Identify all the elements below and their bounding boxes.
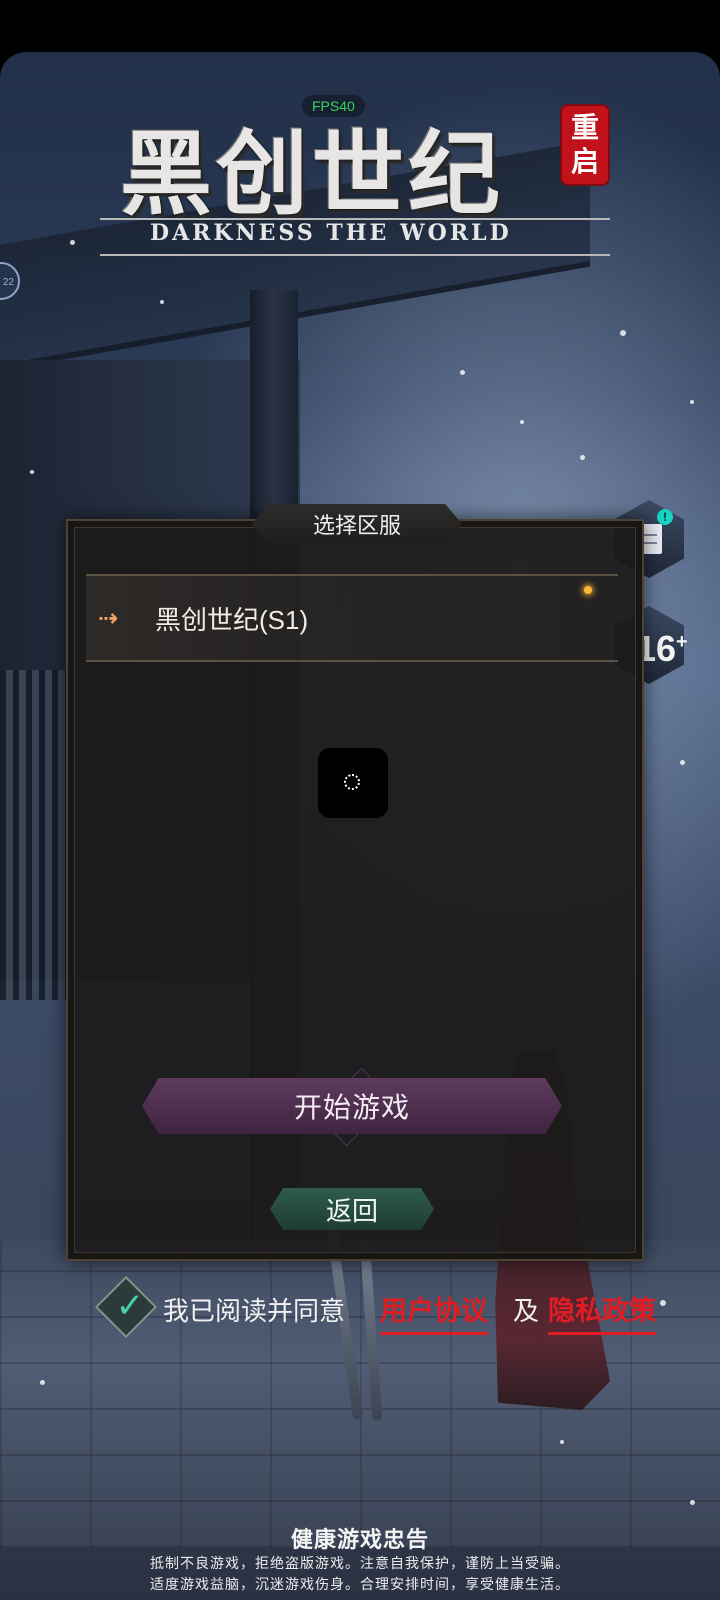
panel-title: 选择区服 — [252, 504, 462, 544]
snowflake — [40, 1380, 45, 1385]
age-rating-plus: + — [676, 631, 688, 653]
health-notice-line: 抵制不良游戏，拒绝盗版游戏。注意自我保护，谨防上当受骗。 — [150, 1555, 570, 1571]
background-ground — [0, 1240, 720, 1548]
snowflake — [690, 400, 694, 404]
snowflake — [690, 1500, 695, 1505]
game-logo: 黑创世纪 重 启 DARKNESS THE WORLD — [90, 100, 620, 310]
logo-tag-char: 重 — [570, 112, 599, 143]
snowflake — [680, 760, 685, 765]
privacy-policy-link[interactable]: 隐私政策 — [548, 1289, 656, 1335]
snowflake — [460, 370, 465, 375]
agreement-text: 我已阅读并同意 — [163, 1296, 346, 1326]
back-button[interactable]: 返回 — [270, 1188, 434, 1230]
snowflake — [620, 330, 626, 336]
notice-badge: ! — [657, 509, 673, 525]
checkmark-icon: ✓ — [115, 1287, 145, 1325]
agreement-and-text: 及 — [513, 1296, 540, 1326]
health-notice-title: 健康游戏忠告 — [290, 1527, 429, 1552]
logo-restart-tag: 重 启 — [562, 106, 608, 184]
loading-indicator — [318, 748, 388, 818]
snowflake — [30, 470, 34, 474]
status-bar — [0, 0, 720, 52]
loading-spinner-icon — [344, 774, 360, 790]
snowflake — [560, 1440, 564, 1444]
logo-tag-char: 启 — [570, 146, 599, 177]
selected-arrow-icon: ⇢ — [98, 605, 119, 632]
fps-counter: FPS40 — [302, 95, 365, 117]
server-status-dot — [584, 586, 592, 594]
user-agreement-link[interactable]: 用户协议 — [380, 1289, 488, 1335]
logo-title: 黑创世纪 — [120, 120, 505, 228]
background-gate — [0, 670, 70, 1000]
snowflake — [70, 240, 75, 245]
start-game-button[interactable]: 开始游戏 — [142, 1078, 562, 1134]
snowflake — [520, 420, 524, 424]
logo-subtitle: DARKNESS THE WORLD — [150, 220, 512, 246]
server-name: 黑创世纪(S1) — [155, 605, 309, 635]
snowflake — [660, 1300, 666, 1306]
health-notice-line: 适度游戏益脑，沉迷游戏伤身。合理安排时间，享受健康生活。 — [150, 1576, 570, 1592]
snowflake — [580, 455, 585, 460]
